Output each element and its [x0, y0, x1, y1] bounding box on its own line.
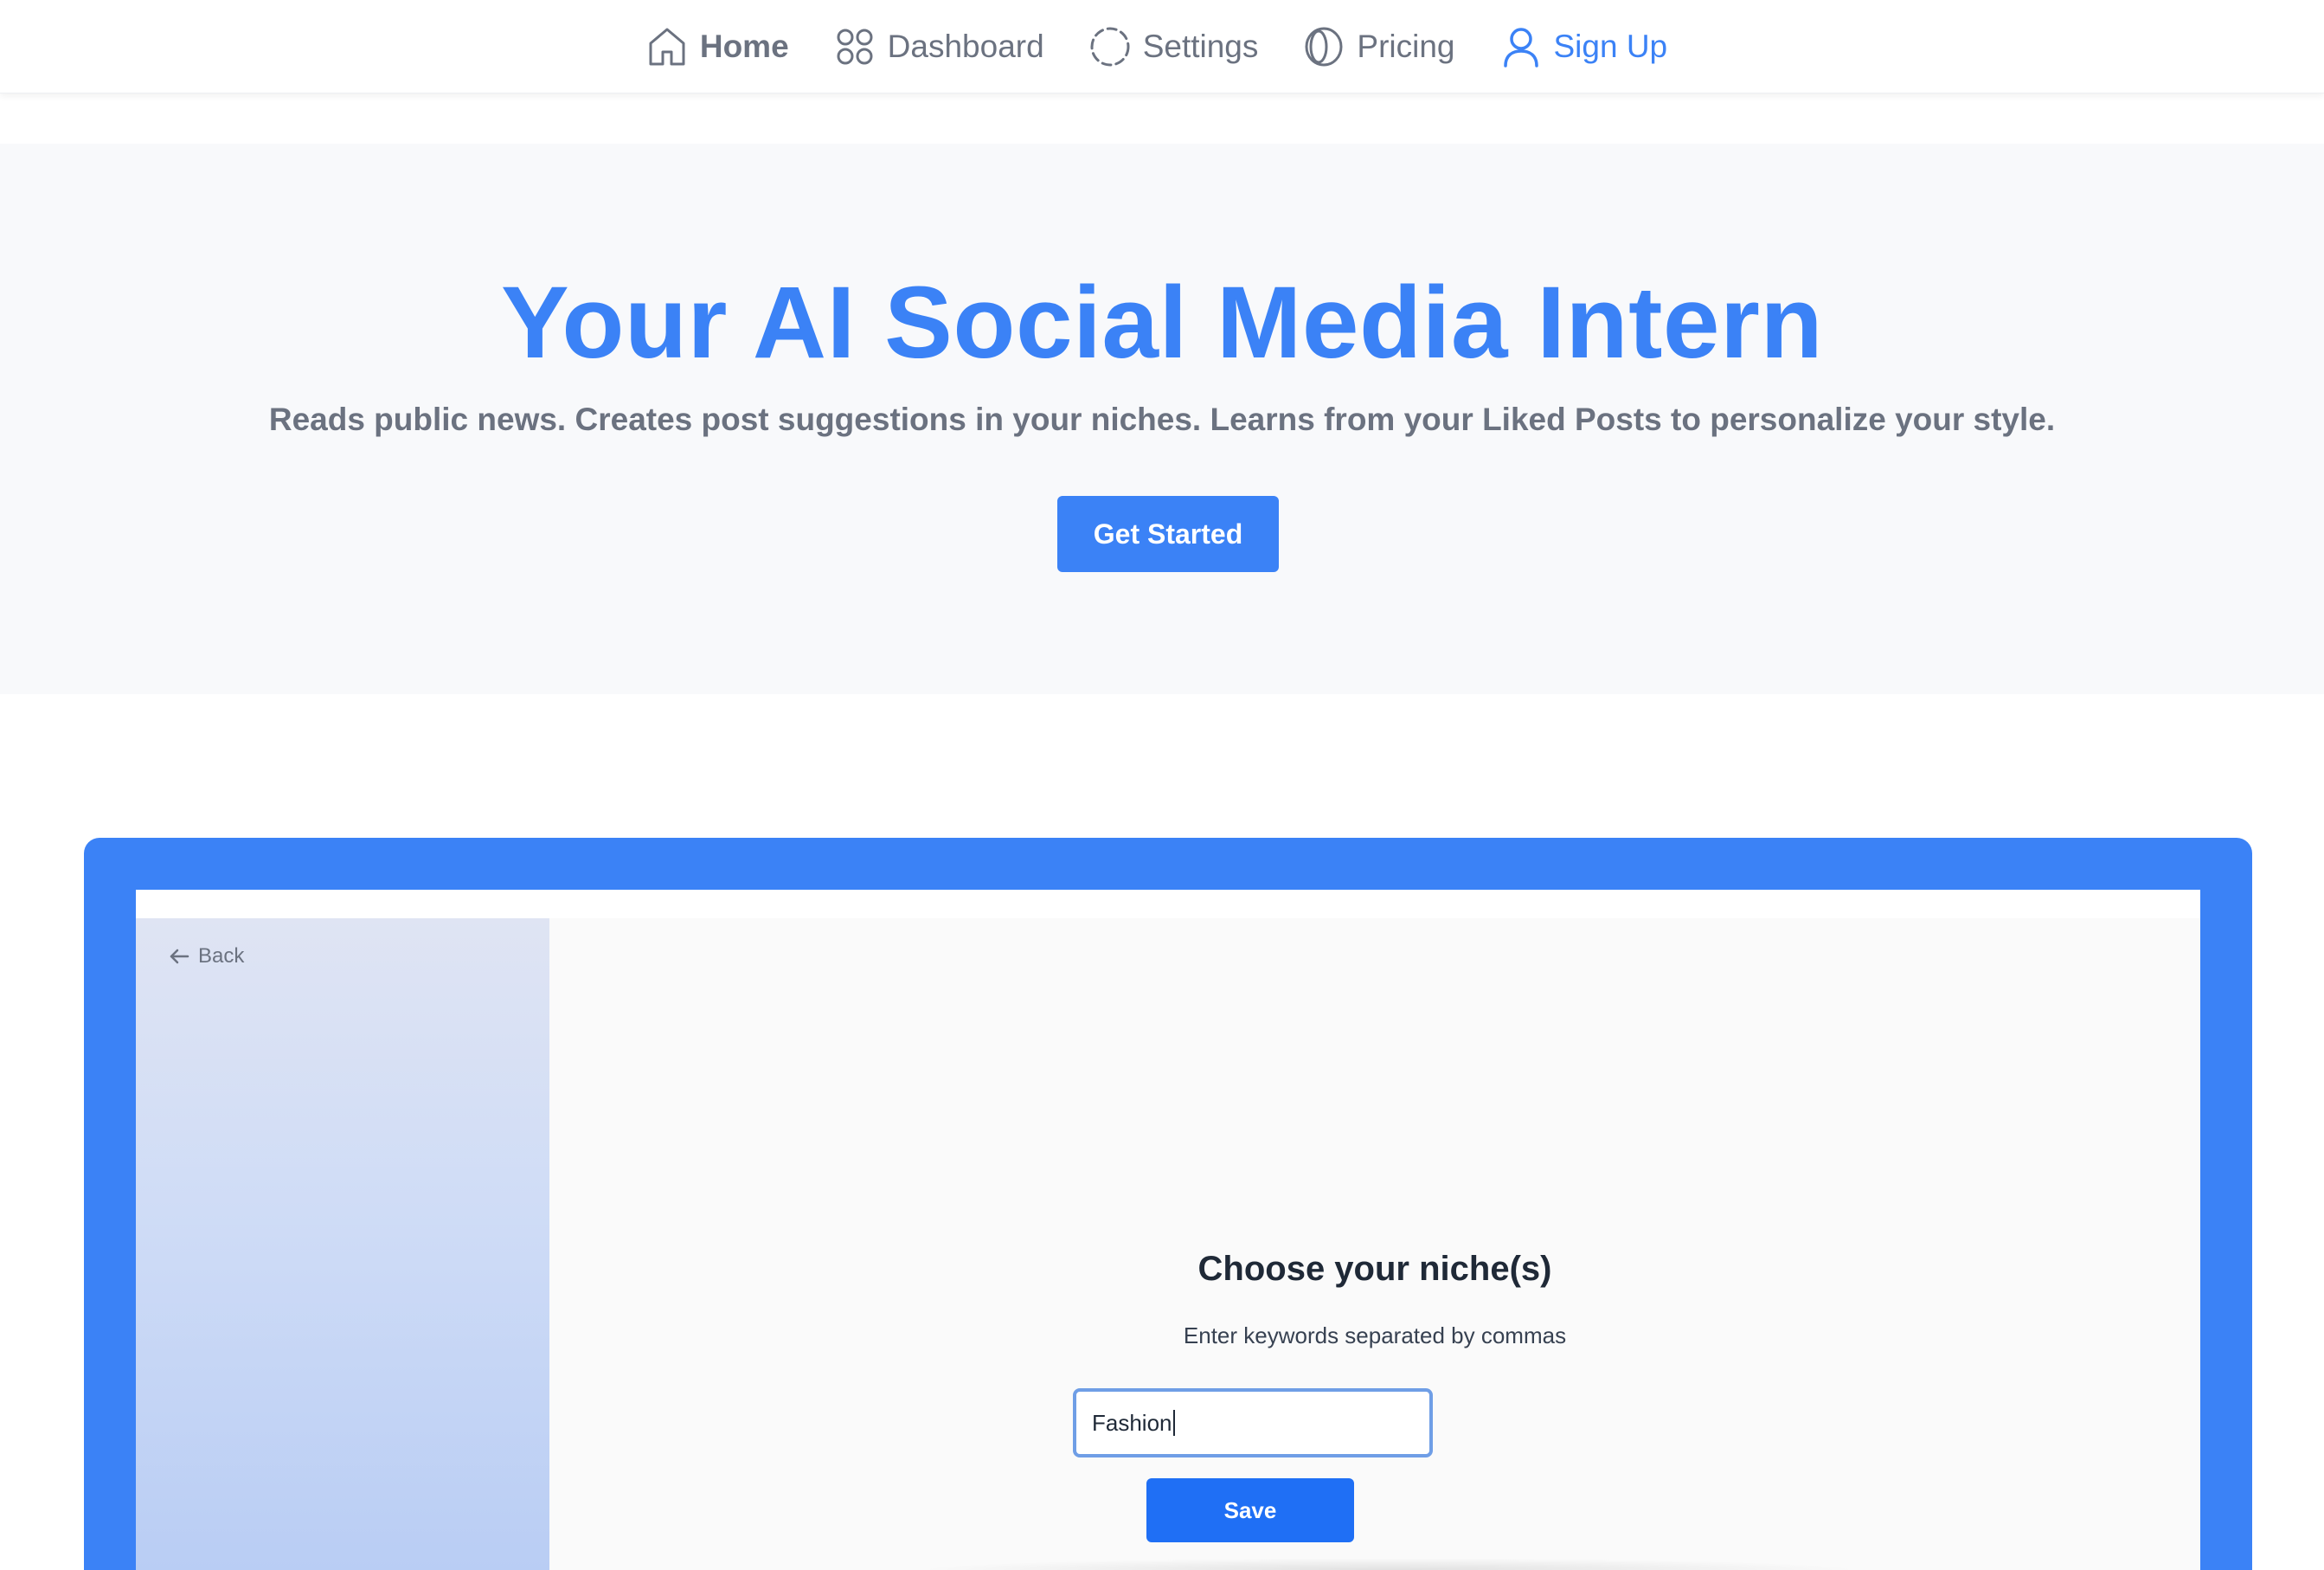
arrow-left-icon: [170, 949, 189, 964]
hero-subtitle: Reads public news. Creates post suggesti…: [268, 402, 2056, 437]
nav-sign-up[interactable]: Sign Up: [1499, 24, 1668, 69]
niche-input[interactable]: Fashion: [1073, 1388, 1433, 1457]
niche-heading: Choose your niche(s): [1197, 1250, 1552, 1288]
top-nav: Home Dashboard Settings Pricing Sign Up: [0, 0, 2324, 93]
back-label: Back: [198, 944, 245, 968]
grid-circles-icon: [832, 24, 877, 69]
nav-dashboard[interactable]: Dashboard: [832, 24, 1044, 69]
nav-dashboard-label: Dashboard: [887, 28, 1044, 64]
text-caret: [1172, 1410, 1175, 1436]
hero-section: Your AI Social Media Intern Reads public…: [0, 144, 2324, 694]
nav-settings-label: Settings: [1142, 28, 1259, 64]
hero-title: Your AI Social Media Intern: [500, 266, 1824, 380]
nav-home-label: Home: [699, 28, 789, 64]
save-button[interactable]: Save: [1146, 1478, 1354, 1542]
nav-sign-up-label: Sign Up: [1553, 28, 1668, 64]
get-started-button[interactable]: Get Started: [1057, 496, 1279, 572]
niche-input-value: Fashion: [1092, 1409, 1172, 1436]
nav-pricing-label: Pricing: [1357, 28, 1455, 64]
nav-links: Home Dashboard Settings Pricing Sign Up: [645, 24, 1667, 69]
nav-settings[interactable]: Settings: [1088, 24, 1259, 69]
coin-icon: [1301, 24, 1346, 69]
back-link[interactable]: Back: [167, 944, 244, 968]
dashed-circle-icon: [1088, 24, 1133, 69]
nav-home[interactable]: Home: [645, 24, 789, 69]
user-icon: [1499, 24, 1544, 69]
preview-sidebar: Back: [136, 918, 549, 1570]
preview-main: Choose your niche(s) Enter keywords sepa…: [549, 918, 2200, 1570]
niche-hint: Enter keywords separated by commas: [1183, 1322, 1567, 1348]
home-icon: [645, 24, 690, 69]
app-preview-frame: Back Choose your niche(s) Enter keywords…: [84, 838, 2252, 1570]
card-shadow: [913, 1558, 1865, 1570]
app-preview-screen: Back Choose your niche(s) Enter keywords…: [136, 890, 2200, 1570]
nav-pricing[interactable]: Pricing: [1301, 24, 1455, 69]
